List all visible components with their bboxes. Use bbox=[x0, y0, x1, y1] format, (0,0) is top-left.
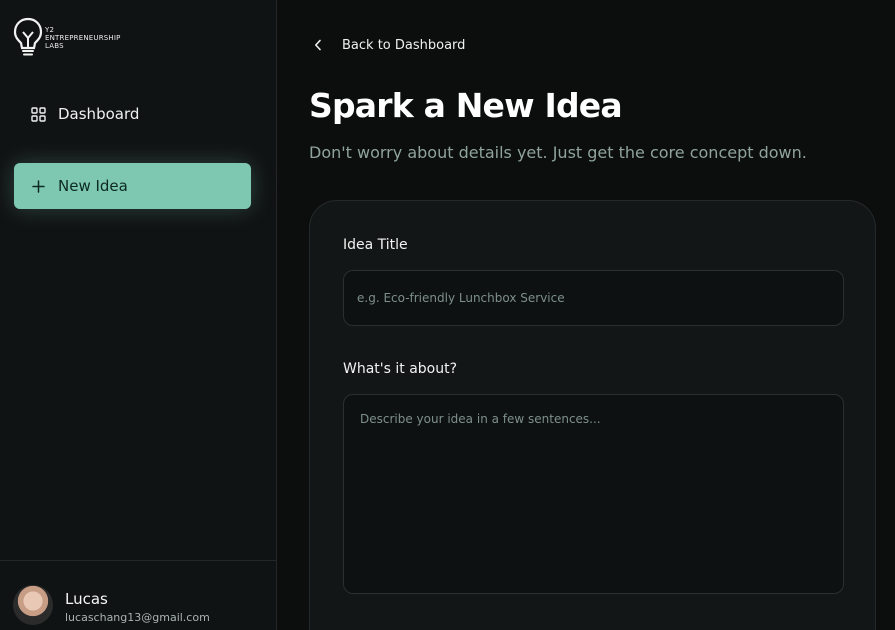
user-email: lucaschang13@gmail.com bbox=[65, 611, 210, 624]
sidebar-item-dashboard[interactable]: Dashboard bbox=[14, 91, 251, 137]
avatar[interactable] bbox=[13, 585, 53, 625]
page-subtitle: Don't worry about details yet. Just get … bbox=[309, 143, 807, 162]
idea-description-textarea[interactable] bbox=[343, 394, 844, 594]
lightbulb-icon bbox=[13, 17, 43, 56]
brand-line-2: Entrepreneurship bbox=[45, 34, 121, 42]
chevron-left-icon bbox=[311, 38, 325, 52]
page-title: Spark a New Idea bbox=[309, 86, 623, 125]
plus-icon bbox=[30, 178, 46, 194]
idea-form-card: Idea Title What's it about? bbox=[309, 200, 876, 630]
sidebar-item-label: Dashboard bbox=[58, 105, 140, 123]
brand-wordmark: Y2 Entrepreneurship Labs bbox=[45, 26, 121, 50]
brand-line-3: Labs bbox=[45, 42, 64, 50]
brand-line-1: Y2 bbox=[45, 26, 55, 34]
idea-title-label: Idea Title bbox=[343, 237, 408, 253]
sidebar-item-label: New Idea bbox=[58, 177, 128, 195]
sidebar: Y2 Entrepreneurship Labs Dashboard bbox=[0, 0, 277, 630]
brand-logo[interactable]: Y2 Entrepreneurship Labs bbox=[12, 16, 121, 60]
back-link-label: Back to Dashboard bbox=[342, 37, 466, 53]
main-content: Back to Dashboard Spark a New Idea Don't… bbox=[277, 0, 895, 630]
idea-title-input[interactable] bbox=[343, 270, 844, 326]
back-to-dashboard-link[interactable]: Back to Dashboard bbox=[311, 35, 465, 55]
user-profile[interactable]: Lucas lucaschang13@gmail.com bbox=[0, 560, 276, 630]
grid-icon bbox=[30, 106, 46, 122]
app-window: Y2 Entrepreneurship Labs Dashboard bbox=[0, 0, 895, 630]
idea-about-label: What's it about? bbox=[343, 361, 458, 377]
user-name: Lucas bbox=[65, 590, 108, 608]
sidebar-item-new-idea[interactable]: New Idea bbox=[14, 163, 251, 209]
